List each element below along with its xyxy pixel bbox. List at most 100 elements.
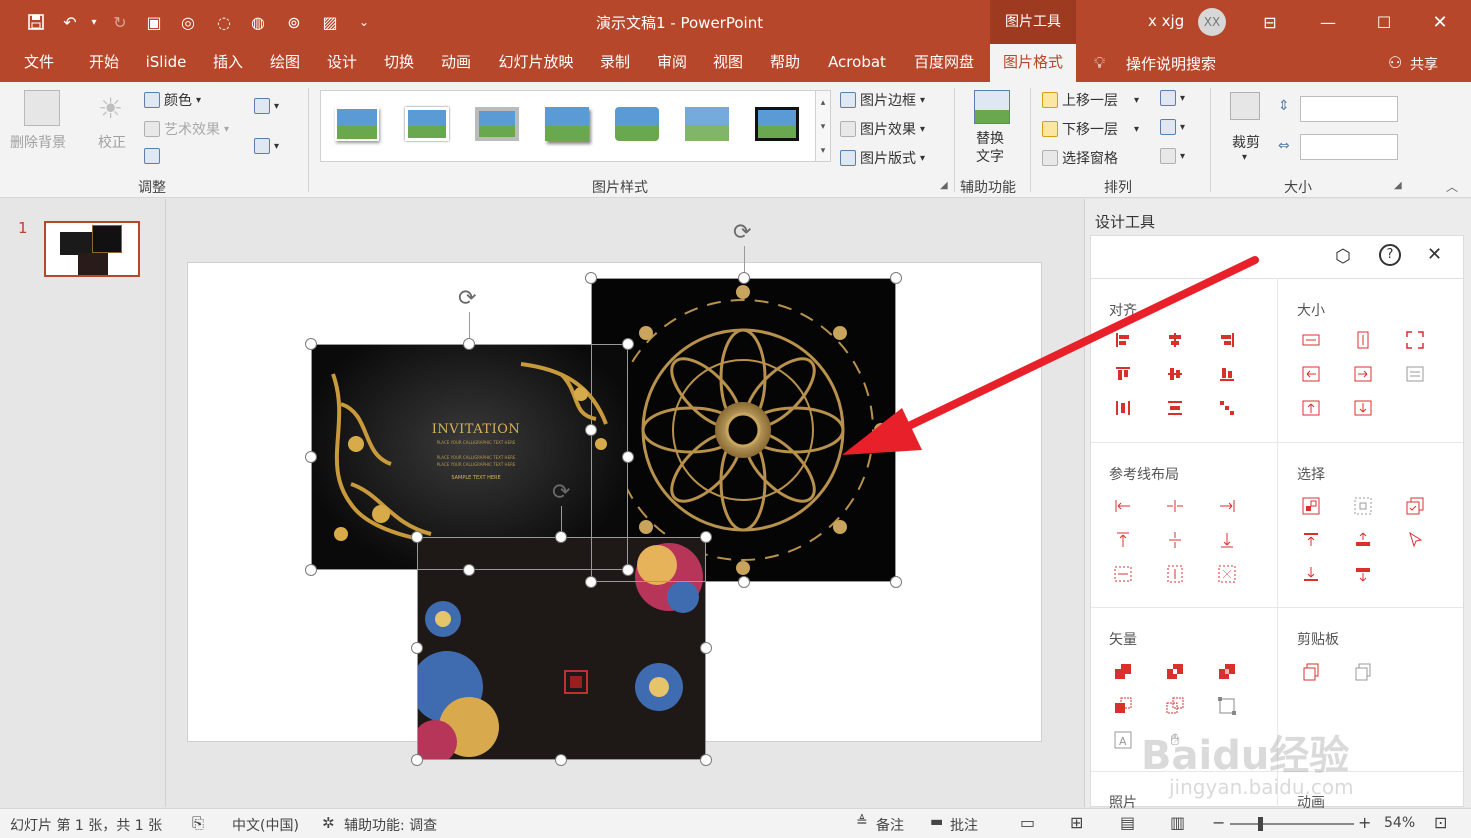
crop-button[interactable]: 裁剪 xyxy=(1232,132,1260,152)
tab-slideshow[interactable]: 幻灯片放映 xyxy=(488,44,584,82)
resize-handle[interactable] xyxy=(411,754,423,766)
tell-me-search[interactable]: 操作说明搜索 xyxy=(1126,53,1216,74)
tab-acrobat[interactable]: Acrobat xyxy=(820,44,894,82)
change-picture-button[interactable]: ▾ xyxy=(254,98,279,114)
select-same-size-icon[interactable] xyxy=(1353,496,1373,516)
tab-transitions[interactable]: 切换 xyxy=(374,44,424,82)
select-same-type-icon[interactable] xyxy=(1301,496,1321,516)
close-panel-icon[interactable]: ✕ xyxy=(1427,244,1442,265)
tab-animations[interactable]: 动画 xyxy=(432,44,480,82)
reset-picture-button[interactable]: ▾ xyxy=(254,138,279,154)
style-thumbnail[interactable] xyxy=(405,107,449,141)
ribbon-display-options-icon[interactable]: ⊟ xyxy=(1258,10,1282,34)
tab-help[interactable]: 帮助 xyxy=(760,44,810,82)
style-thumbnail[interactable] xyxy=(755,107,799,141)
minimize-icon[interactable]: — xyxy=(1316,10,1340,34)
slide-sorter-icon[interactable]: ⊞ xyxy=(1070,813,1083,832)
dialog-launcher-icon[interactable]: ◢ xyxy=(1394,180,1402,191)
group-objects-button[interactable]: ▾ xyxy=(1160,119,1185,135)
guide-stretch-v-icon[interactable] xyxy=(1165,564,1185,584)
tab-draw[interactable]: 绘图 xyxy=(260,44,310,82)
rotate-handle-icon[interactable]: ⟳ xyxy=(552,480,570,505)
picture-layout-button[interactable]: 图片版式 ▾ xyxy=(840,148,925,168)
fit-to-window-icon[interactable]: ⊡ xyxy=(1434,813,1447,832)
resize-handle[interactable] xyxy=(700,642,712,654)
same-size-icon[interactable] xyxy=(1405,330,1425,350)
notes-button[interactable]: 备注 xyxy=(876,815,904,835)
corrections-button[interactable]: 校正 xyxy=(98,132,126,152)
send-backward-button[interactable]: 下移一层 ▾ xyxy=(1042,119,1139,139)
zoom-slider-thumb[interactable] xyxy=(1258,817,1263,831)
zoom-slider[interactable] xyxy=(1230,823,1354,825)
shape-union-icon[interactable]: ◎ xyxy=(176,10,200,34)
accessibility-status[interactable]: 辅助功能: 调查 xyxy=(344,815,437,835)
tab-islide[interactable]: iSlide xyxy=(138,44,194,82)
user-name[interactable]: x xjg xyxy=(1148,12,1184,30)
tab-record[interactable]: 录制 xyxy=(592,44,638,82)
resize-handle[interactable] xyxy=(555,531,567,543)
tab-file[interactable]: 文件 xyxy=(14,44,64,82)
resize-handle[interactable] xyxy=(700,754,712,766)
artistic-effects-button[interactable]: 艺术效果 ▾ xyxy=(144,119,229,139)
tab-home[interactable]: 开始 xyxy=(78,44,130,82)
from-beginning-icon[interactable]: ▣ xyxy=(142,10,166,34)
dialog-launcher-icon[interactable]: ◢ xyxy=(940,180,948,191)
normal-view-icon[interactable]: ▭ xyxy=(1020,813,1035,832)
tab-baidu-netdisk[interactable]: 百度网盘 xyxy=(904,44,984,82)
swap-size-icon[interactable] xyxy=(1405,364,1425,384)
resize-handle[interactable] xyxy=(622,564,634,576)
image-icon[interactable]: ▨ xyxy=(318,10,342,34)
help-icon[interactable]: ? xyxy=(1379,244,1401,266)
language-indicator[interactable]: 中文(中国) xyxy=(232,815,299,835)
save-icon[interactable] xyxy=(24,10,48,34)
resize-handle[interactable] xyxy=(555,754,567,766)
resize-handle[interactable] xyxy=(738,272,750,284)
resize-handle[interactable] xyxy=(305,451,317,463)
resize-handle[interactable] xyxy=(700,531,712,543)
resize-handle[interactable] xyxy=(411,531,423,543)
extend-left-icon[interactable] xyxy=(1301,364,1321,384)
resize-handle[interactable] xyxy=(463,338,475,350)
same-height-icon[interactable] xyxy=(1353,330,1373,350)
guide-left-icon[interactable] xyxy=(1113,496,1133,516)
avatar[interactable]: XX xyxy=(1198,8,1226,36)
maximize-icon[interactable]: ☐ xyxy=(1372,10,1396,34)
tab-view[interactable]: 视图 xyxy=(704,44,752,82)
vector-combine-icon[interactable] xyxy=(1165,662,1185,682)
style-thumbnail[interactable] xyxy=(615,107,659,141)
remove-background-button[interactable]: 删除背景 xyxy=(10,132,66,152)
shape-fragment-icon[interactable]: ◍ xyxy=(246,10,270,34)
shape-intersect-icon[interactable]: ⊚ xyxy=(282,10,306,34)
picture-effects-button[interactable]: 图片效果 ▾ xyxy=(840,119,925,139)
compress-pictures-button[interactable] xyxy=(144,148,164,164)
select-bottom-icon[interactable] xyxy=(1301,564,1321,584)
guide-top-icon[interactable] xyxy=(1113,530,1133,550)
vector-subtract-icon[interactable] xyxy=(1165,696,1185,716)
bring-forward-button[interactable]: 上移一层 ▾ xyxy=(1042,90,1139,110)
guide-bottom-icon[interactable] xyxy=(1217,530,1237,550)
rotate-handle-icon[interactable]: ⟳ xyxy=(733,220,751,245)
extend-down-icon[interactable] xyxy=(1353,398,1373,418)
gallery-scroll[interactable]: ▴ ▾ ▾ xyxy=(815,90,831,162)
guide-right-icon[interactable] xyxy=(1217,496,1237,516)
undo-icon[interactable]: ↶ xyxy=(58,10,82,34)
zoom-in-icon[interactable]: + xyxy=(1358,813,1371,832)
height-input[interactable] xyxy=(1300,96,1398,122)
resize-handle[interactable] xyxy=(622,451,634,463)
text-to-shape-icon[interactable]: A xyxy=(1113,730,1133,750)
select-cursor-icon[interactable] xyxy=(1405,530,1425,550)
slideshow-view-icon[interactable]: ▥ xyxy=(1170,813,1185,832)
select-same-fill-icon[interactable] xyxy=(1405,496,1425,516)
picture-border-button[interactable]: 图片边框 ▾ xyxy=(840,90,925,110)
align-button[interactable]: ▾ xyxy=(1160,90,1185,106)
style-thumbnail[interactable] xyxy=(545,107,589,141)
tab-picture-format[interactable]: 图片格式 xyxy=(990,44,1076,82)
resize-handle[interactable] xyxy=(305,564,317,576)
tab-insert[interactable]: 插入 xyxy=(204,44,252,82)
slide-thumbnail[interactable] xyxy=(44,221,140,277)
select-middle-icon[interactable] xyxy=(1353,530,1373,550)
resize-handle[interactable] xyxy=(622,338,634,350)
share-button[interactable]: 共享 xyxy=(1410,54,1438,74)
collapse-ribbon-icon[interactable]: ︿ xyxy=(1446,178,1458,195)
extend-up-icon[interactable] xyxy=(1301,398,1321,418)
